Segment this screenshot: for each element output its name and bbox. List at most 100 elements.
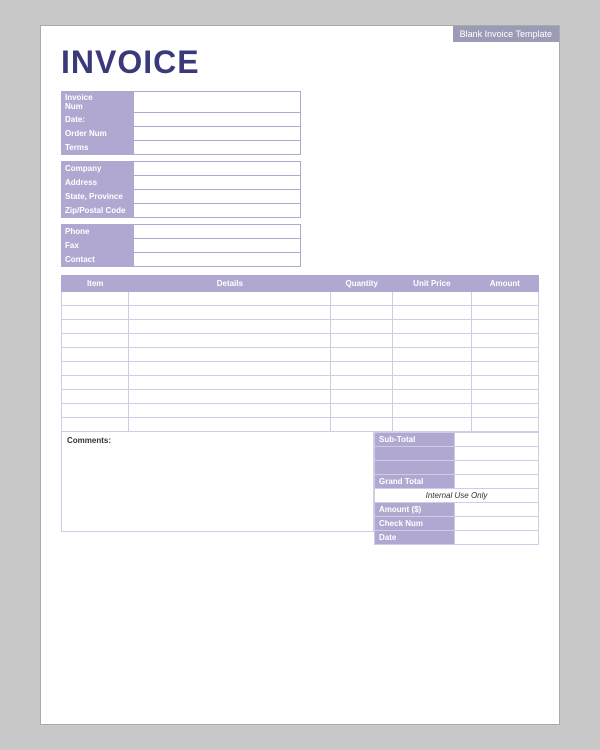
amount-value[interactable] (454, 503, 538, 517)
item-cell[interactable] (62, 404, 129, 418)
item-cell[interactable] (62, 418, 129, 432)
address-value[interactable] (133, 176, 300, 190)
qty-cell[interactable] (331, 362, 393, 376)
date-value[interactable] (133, 113, 300, 127)
price-cell[interactable] (393, 334, 472, 348)
state-province-value[interactable] (133, 190, 300, 204)
subtotal-row: Sub-Total (375, 433, 539, 447)
company-value[interactable] (133, 162, 300, 176)
line-item-row (62, 320, 539, 334)
qty-cell[interactable] (331, 320, 393, 334)
table-row: Company (62, 162, 301, 176)
item-cell[interactable] (62, 292, 129, 306)
details-header: Details (129, 276, 331, 292)
qty-cell[interactable] (331, 306, 393, 320)
order-num-value[interactable] (133, 127, 300, 141)
line-items-table: Item Details Quantity Unit Price Amount (61, 275, 539, 432)
line-item-row (62, 418, 539, 432)
extra-row-2 (375, 461, 539, 475)
details-cell[interactable] (129, 418, 331, 432)
table-row: Address (62, 176, 301, 190)
extra-value-1[interactable] (454, 447, 538, 461)
grand-total-value[interactable] (454, 475, 538, 489)
qty-cell[interactable] (331, 348, 393, 362)
price-cell[interactable] (393, 306, 472, 320)
amount-cell[interactable] (471, 320, 538, 334)
table-row: State, Province (62, 190, 301, 204)
price-cell[interactable] (393, 320, 472, 334)
details-cell[interactable] (129, 404, 331, 418)
line-item-row (62, 390, 539, 404)
amount-label: Amount ($) (375, 503, 455, 517)
item-cell[interactable] (62, 390, 129, 404)
item-cell[interactable] (62, 306, 129, 320)
qty-cell[interactable] (331, 404, 393, 418)
item-cell[interactable] (62, 334, 129, 348)
details-cell[interactable] (129, 390, 331, 404)
company-info-table: Company Address State, Province Zip/Post… (61, 161, 301, 218)
invoice-num-value[interactable] (133, 92, 300, 113)
amount-cell[interactable] (471, 348, 538, 362)
address-label: Address (62, 176, 134, 190)
amount-cell[interactable] (471, 292, 538, 306)
price-cell[interactable] (393, 404, 472, 418)
totals-section: Sub-Total Grand Total Internal Use Only (374, 432, 539, 545)
fax-label: Fax (62, 239, 134, 253)
item-cell[interactable] (62, 348, 129, 362)
date-label: Date: (62, 113, 134, 127)
internal-use-row: Internal Use Only (375, 489, 539, 503)
qty-cell[interactable] (331, 334, 393, 348)
price-cell[interactable] (393, 348, 472, 362)
extra-label-2 (375, 461, 455, 475)
extra-value-2[interactable] (454, 461, 538, 475)
grand-total-label: Grand Total (375, 475, 455, 489)
fax-value[interactable] (133, 239, 300, 253)
amount-cell[interactable] (471, 306, 538, 320)
terms-value[interactable] (133, 141, 300, 155)
price-cell[interactable] (393, 390, 472, 404)
qty-cell[interactable] (331, 376, 393, 390)
zip-label: Zip/Postal Code (62, 204, 134, 218)
check-num-value[interactable] (454, 517, 538, 531)
qty-cell[interactable] (331, 390, 393, 404)
item-cell[interactable] (62, 362, 129, 376)
details-cell[interactable] (129, 376, 331, 390)
state-province-label: State, Province (62, 190, 134, 204)
details-cell[interactable] (129, 362, 331, 376)
price-cell[interactable] (393, 292, 472, 306)
details-cell[interactable] (129, 348, 331, 362)
quantity-header: Quantity (331, 276, 393, 292)
price-cell[interactable] (393, 362, 472, 376)
amount-cell[interactable] (471, 376, 538, 390)
totals-table: Sub-Total Grand Total Internal Use Only (374, 432, 539, 545)
qty-cell[interactable] (331, 292, 393, 306)
table-row: Phone (62, 225, 301, 239)
contact-value[interactable] (133, 253, 300, 267)
details-cell[interactable] (129, 334, 331, 348)
payment-date-value[interactable] (454, 531, 538, 545)
invoice-num-label: InvoiceNum (62, 92, 134, 113)
amount-cell[interactable] (471, 334, 538, 348)
details-cell[interactable] (129, 292, 331, 306)
line-item-row (62, 404, 539, 418)
amount-cell[interactable] (471, 362, 538, 376)
item-header: Item (62, 276, 129, 292)
amount-cell[interactable] (471, 390, 538, 404)
amount-cell[interactable] (471, 404, 538, 418)
qty-cell[interactable] (331, 418, 393, 432)
price-cell[interactable] (393, 418, 472, 432)
extra-row-1 (375, 447, 539, 461)
contact-label: Contact (62, 253, 134, 267)
item-cell[interactable] (62, 376, 129, 390)
details-cell[interactable] (129, 320, 331, 334)
zip-value[interactable] (133, 204, 300, 218)
phone-value[interactable] (133, 225, 300, 239)
details-cell[interactable] (129, 306, 331, 320)
amount-cell[interactable] (471, 418, 538, 432)
subtotal-value[interactable] (454, 433, 538, 447)
amount-header: Amount (471, 276, 538, 292)
item-cell[interactable] (62, 320, 129, 334)
price-cell[interactable] (393, 376, 472, 390)
line-item-row (62, 292, 539, 306)
comments-area[interactable]: Comments: (61, 432, 374, 532)
